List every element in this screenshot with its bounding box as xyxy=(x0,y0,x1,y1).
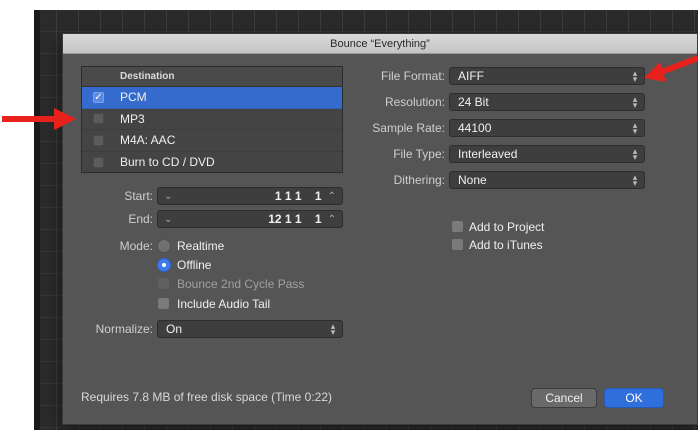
destination-checkbox-mp3[interactable] xyxy=(93,113,104,125)
bounce-2nd-cycle-label: Bounce 2nd Cycle Pass xyxy=(177,277,305,291)
end-value: 12 1 1 xyxy=(268,212,302,226)
include-audio-tail-label: Include Audio Tail xyxy=(177,297,271,311)
normalize-label: Normalize: xyxy=(95,322,153,336)
select-arrows-icon: ▴ ▾ xyxy=(632,146,638,162)
destination-item-burn[interactable]: Burn to CD / DVD xyxy=(82,152,342,174)
destination-item-m4a[interactable]: M4A: AAC xyxy=(82,130,342,152)
chevron-up-icon[interactable]: ⌃ xyxy=(322,191,342,202)
include-audio-tail-checkbox[interactable] xyxy=(157,297,170,310)
mode-realtime-radio[interactable] xyxy=(157,239,171,253)
sample-rate-select[interactable]: 44100 ▴ ▾ xyxy=(449,119,645,137)
sample-rate-label: Sample Rate: xyxy=(372,121,445,135)
daw-left-edge xyxy=(34,10,40,430)
red-arrow-right-icon xyxy=(644,55,698,82)
start-subvalue: 1 xyxy=(314,189,322,203)
start-label: Start: xyxy=(124,189,153,203)
dithering-value: None xyxy=(458,173,487,187)
destination-checkbox-pcm[interactable]: ✓ xyxy=(93,91,104,103)
destination-label: MP3 xyxy=(120,111,145,126)
file-type-select[interactable]: Interleaved ▴ ▾ xyxy=(449,145,645,163)
select-arrows-icon: ▴ ▾ xyxy=(632,94,638,110)
select-arrows-icon: ▴ ▾ xyxy=(632,120,638,136)
select-arrows-icon: ▴ ▾ xyxy=(330,321,336,337)
disk-space-status: Requires 7.8 MB of free disk space (Time… xyxy=(81,390,332,404)
mode-offline-radio[interactable] xyxy=(157,258,171,272)
destination-checkbox-m4a[interactable] xyxy=(93,134,104,146)
resolution-label: Resolution: xyxy=(384,95,445,109)
start-field[interactable]: ⌄ 1 1 1 1 ⌃ xyxy=(157,187,343,205)
end-field[interactable]: ⌄ 12 1 1 1 ⌃ xyxy=(157,210,343,228)
start-value: 1 1 1 xyxy=(274,189,302,203)
end-subvalue: 1 xyxy=(314,212,322,226)
bounce-dialog: Bounce “Everything” Destination ✓ PCM MP… xyxy=(62,33,698,425)
destination-checkbox-burn[interactable] xyxy=(93,156,104,168)
ok-button[interactable]: OK xyxy=(604,388,664,408)
add-to-itunes-checkbox[interactable] xyxy=(451,238,464,251)
add-to-itunes-label: Add to iTunes xyxy=(469,238,543,252)
select-arrows-icon: ▴ ▾ xyxy=(632,172,638,188)
file-format-value: AIFF xyxy=(458,69,484,83)
dithering-label: Dithering: xyxy=(393,173,445,187)
normalize-value: On xyxy=(166,322,183,336)
normalize-select[interactable]: On ▴ ▾ xyxy=(157,320,343,338)
end-label: End: xyxy=(128,212,153,226)
cancel-button[interactable]: Cancel xyxy=(531,388,597,408)
destination-item-mp3[interactable]: MP3 xyxy=(82,109,342,130)
dialog-titlebar: Bounce “Everything” xyxy=(63,34,697,54)
mode-label: Mode: xyxy=(119,239,153,253)
mode-realtime-label: Realtime xyxy=(177,239,225,253)
chevron-down-icon[interactable]: ⌄ xyxy=(158,214,178,225)
file-format-label: File Format: xyxy=(380,69,445,83)
file-format-select[interactable]: AIFF ▴ ▾ xyxy=(449,67,645,85)
destination-list: Destination ✓ PCM MP3 M4A: AAC Burn to C… xyxy=(81,66,343,173)
sample-rate-value: 44100 xyxy=(458,121,492,135)
destination-label: M4A: AAC xyxy=(120,133,176,148)
select-arrows-icon: ▴ ▾ xyxy=(632,68,638,84)
add-to-project-label: Add to Project xyxy=(469,220,545,234)
resolution-select[interactable]: 24 Bit ▴ ▾ xyxy=(449,93,645,111)
destination-item-pcm[interactable]: ✓ PCM xyxy=(82,87,342,109)
chevron-down-icon[interactable]: ⌄ xyxy=(158,191,178,202)
file-type-label: File Type: xyxy=(393,147,445,161)
destination-label: Burn to CD / DVD xyxy=(120,155,215,170)
destination-header: Destination xyxy=(82,67,342,87)
destination-label: PCM xyxy=(120,90,147,105)
mode-offline-label: Offline xyxy=(177,258,212,272)
red-arrow-left-icon xyxy=(2,108,76,130)
dialog-title: Bounce “Everything” xyxy=(330,38,430,50)
resolution-value: 24 Bit xyxy=(458,95,489,109)
dithering-select[interactable]: None ▴ ▾ xyxy=(449,171,645,189)
bounce-2nd-cycle-checkbox[interactable] xyxy=(157,277,170,290)
add-to-project-checkbox[interactable] xyxy=(451,220,464,233)
file-type-value: Interleaved xyxy=(458,147,518,161)
chevron-up-icon[interactable]: ⌃ xyxy=(322,214,342,225)
